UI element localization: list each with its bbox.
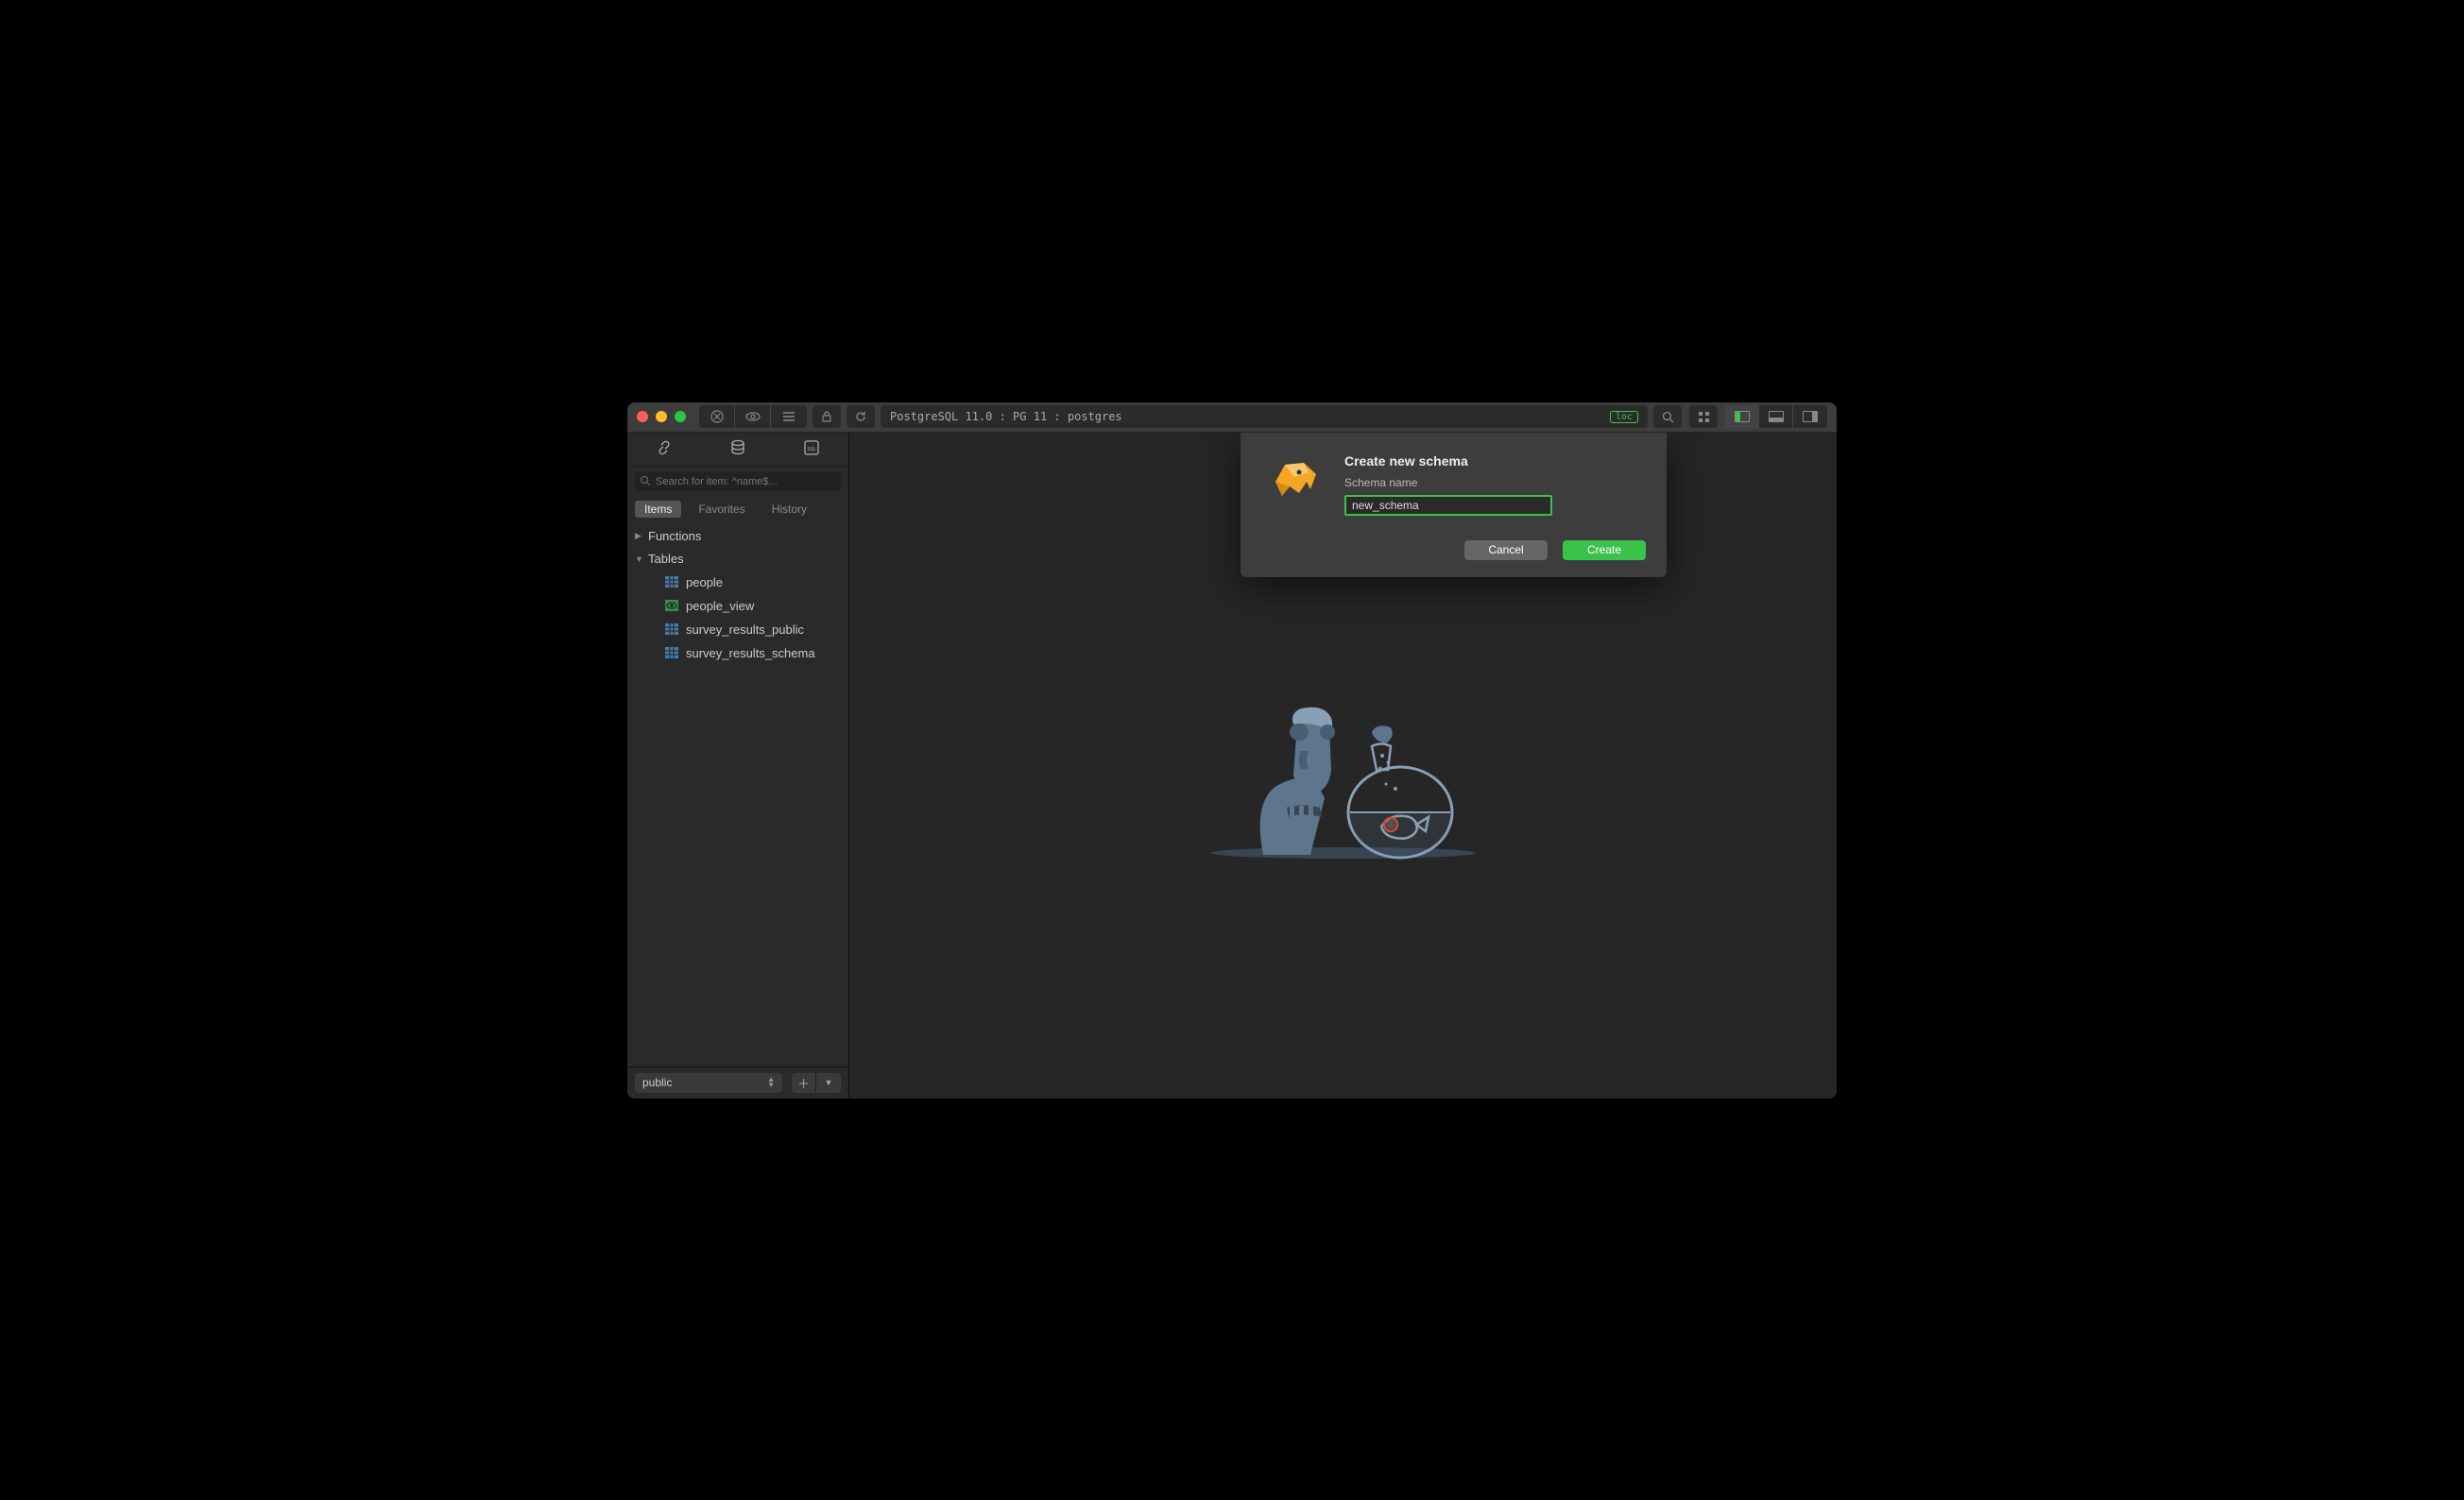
view-icon [665, 600, 678, 611]
dialog-label: Schema name [1344, 476, 1646, 489]
tree-tables[interactable]: ▼ Tables [627, 548, 848, 571]
layout-bottom-button[interactable] [1759, 405, 1793, 428]
search-icon [640, 475, 651, 486]
breadcrumb-text: PostgreSQL 11.0 : PG 11 : postgres [890, 410, 1122, 423]
sql-icon[interactable]: SQL [803, 439, 820, 459]
table-icon [665, 623, 678, 635]
table-item-survey-schema[interactable]: survey_results_schema [627, 641, 848, 665]
preview-button[interactable] [735, 405, 771, 428]
dialog-buttons: Cancel Create [1344, 540, 1646, 560]
table-icon [665, 576, 678, 588]
tab-items[interactable]: Items [635, 501, 681, 518]
sidebar-tree: ▶ Functions ▼ Tables people people_view [627, 521, 848, 1066]
location-badge: loc [1610, 411, 1638, 423]
schema-selector[interactable]: public ▲▼ [635, 1073, 782, 1093]
layout-toggle-group [1725, 405, 1827, 428]
table-icon [665, 647, 678, 658]
dropdown-button[interactable]: ▼ [816, 1073, 841, 1093]
table-label: survey_results_public [686, 622, 804, 637]
lock-button[interactable] [813, 405, 841, 428]
tab-history[interactable]: History [762, 501, 816, 518]
table-item-people[interactable]: people [627, 571, 848, 594]
dialog-title: Create new schema [1344, 453, 1646, 469]
elephant-icon [1261, 453, 1327, 503]
table-item-survey-public[interactable]: survey_results_public [627, 618, 848, 641]
minimize-window-button[interactable] [656, 411, 667, 422]
breadcrumb[interactable]: PostgreSQL 11.0 : PG 11 : postgres loc [881, 405, 1648, 428]
schema-name-input[interactable] [1344, 495, 1552, 516]
sidebar: SQL Items Favorites History ▶ Functions [627, 433, 849, 1099]
cancel-button[interactable]: Cancel [1464, 540, 1548, 560]
app-window: PostgreSQL 11.0 : PG 11 : postgres loc [627, 402, 1837, 1099]
chevron-right-icon: ▶ [635, 531, 642, 541]
filter-tabs: Items Favorites History [627, 497, 848, 521]
search-button[interactable] [1653, 405, 1682, 428]
empty-state-illustration [1206, 666, 1480, 864]
table-label: people [686, 575, 723, 589]
add-button[interactable]: ＋ [792, 1073, 816, 1093]
grid-button[interactable] [1689, 405, 1718, 428]
table-item-people-view[interactable]: people_view [627, 594, 848, 618]
footer-button-group: ＋ ▼ [792, 1073, 841, 1093]
svg-text:SQL: SQL [807, 447, 815, 452]
zoom-window-button[interactable] [675, 411, 686, 422]
search-row [627, 467, 848, 497]
tree-label: Functions [648, 529, 701, 543]
create-button[interactable]: Create [1563, 540, 1646, 560]
layout-right-button[interactable] [1793, 405, 1827, 428]
titlebar: PostgreSQL 11.0 : PG 11 : postgres loc [627, 402, 1837, 433]
list-view-button[interactable] [771, 405, 807, 428]
layout-left-button[interactable] [1725, 405, 1759, 428]
connection-icon[interactable] [656, 439, 673, 459]
tree-label: Tables [648, 552, 684, 566]
body: SQL Items Favorites History ▶ Functions [627, 433, 1837, 1099]
window-controls [637, 411, 686, 422]
tab-favorites[interactable]: Favorites [689, 501, 754, 518]
schema-name: public [642, 1076, 672, 1089]
create-schema-dialog: Create new schema Schema name Cancel Cre… [1241, 433, 1667, 577]
main-content: Create new schema Schema name Cancel Cre… [849, 433, 1837, 1099]
database-icon[interactable] [729, 439, 746, 459]
updown-icon: ▲▼ [767, 1077, 775, 1088]
table-label: survey_results_schema [686, 646, 815, 660]
table-label: people_view [686, 599, 754, 613]
chevron-down-icon: ▼ [635, 554, 642, 564]
dialog-body: Create new schema Schema name Cancel Cre… [1344, 453, 1646, 560]
toolbar-right [1653, 405, 1827, 428]
close-window-button[interactable] [637, 411, 648, 422]
sidebar-footer: public ▲▼ ＋ ▼ [627, 1066, 848, 1099]
stop-button[interactable] [699, 405, 735, 428]
tree-functions[interactable]: ▶ Functions [627, 525, 848, 548]
search-input[interactable] [635, 472, 841, 491]
toolbar-group-1 [699, 405, 807, 428]
sidebar-top-tabs: SQL [627, 433, 848, 467]
refresh-button[interactable] [847, 405, 875, 428]
